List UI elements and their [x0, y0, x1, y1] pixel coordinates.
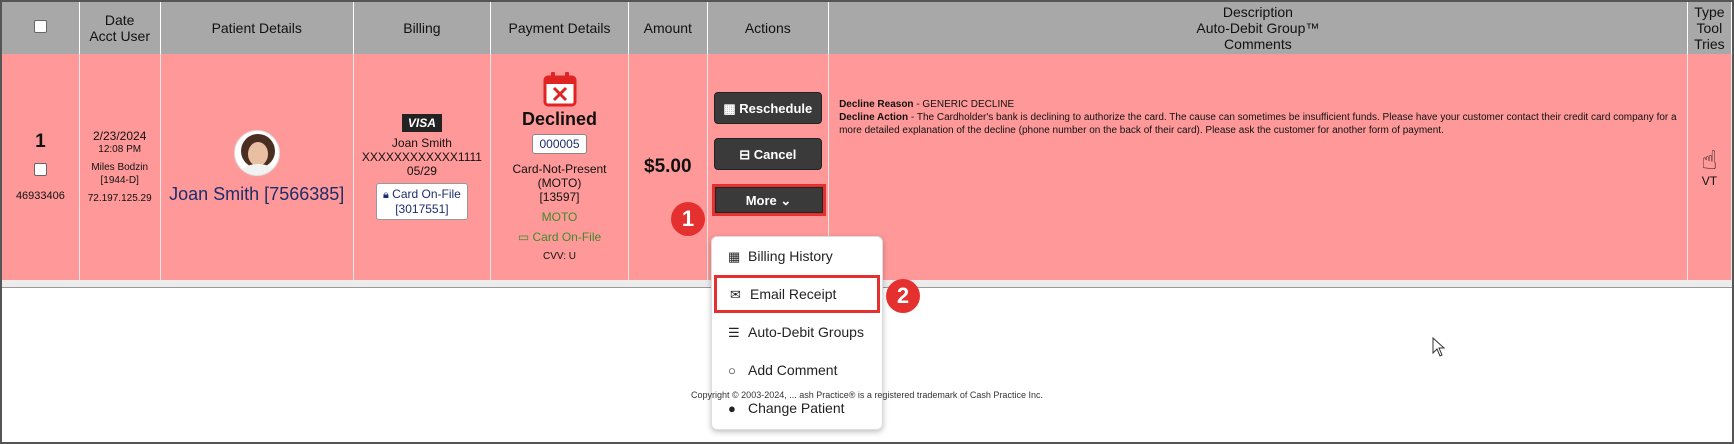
row-number: 1 [35, 131, 46, 152]
card-expiry: 05/29 [406, 164, 437, 178]
acct-user-code: [1944-D] [100, 175, 139, 186]
cell-payment: Declined 000005 Card-Not-Present (MOTO) … [490, 54, 630, 280]
cancel-button[interactable]: ⊟ Cancel [713, 138, 822, 170]
header-patient: Patient Details [160, 2, 354, 54]
patient-name-link[interactable]: Joan Smith [7566385] [165, 184, 349, 205]
copyright-footer: Copyright © 2003-2024, ... ash Practice®… [691, 390, 1043, 400]
avatar[interactable] [233, 129, 280, 176]
decline-code[interactable]: 000005 [532, 134, 587, 154]
cvv-result: CVV: U [543, 251, 576, 262]
step-marker-2: 2 [886, 279, 920, 313]
moto-label: MOTO [541, 210, 578, 224]
step-marker-1: 1 [671, 202, 705, 236]
card-number: XXXXXXXXXXXX1111 [361, 150, 482, 164]
card-on-file-button[interactable]: 🔒︎ Card On-File [3017551] [375, 183, 468, 220]
reschedule-button[interactable]: ▦ Reschedule [713, 92, 822, 124]
cell-select: 1 46933406 [2, 54, 80, 280]
more-dropdown-menu: ▦ Billing History ✉︎ Email Receipt ☰ Auto-D… [711, 236, 883, 430]
credit-card-icon: ▭ [517, 230, 530, 244]
lock-icon: 🔒︎ [382, 189, 389, 201]
header-billing: Billing [353, 2, 491, 54]
card-on-file-status: ▭ Card On-File [517, 230, 602, 244]
more-button[interactable]: More ⌄ [714, 187, 823, 213]
comment-icon: ○ [728, 363, 736, 378]
header-amount: Amount [628, 2, 708, 54]
decline-action: Decline Action - The Cardholder's bank i… [839, 112, 1677, 136]
table-header-row: Date Acct User Patient Details Billing Pa… [2, 2, 1733, 54]
pointing-hand-icon: ☝︎ [1701, 145, 1718, 175]
payment-mode: (MOTO) [537, 176, 582, 190]
calendar-icon: ▦ [728, 249, 741, 264]
chevron-down-icon: ⌄ [780, 193, 792, 208]
header-type: Type Tool Tries [1687, 2, 1733, 54]
menu-item-auto-debit-groups[interactable]: ☰ Auto-Debit Groups [712, 313, 882, 351]
transaction-date: 2/23/2024 [92, 129, 147, 143]
envelope-icon: ✉︎ [730, 287, 741, 302]
cell-billing: VISA Joan Smith XXXXXXXXXXXX1111 05/29 🔒… [353, 54, 491, 280]
amount-value: $5.00 [644, 156, 692, 177]
decline-reason: Decline Reason - GENERIC DECLINE [839, 99, 1015, 110]
group-icon: ☰ [728, 325, 740, 340]
cell-date: 2/23/2024 12:08 PM Miles Bodzin [1944-D]… [79, 54, 161, 280]
menu-item-billing-history[interactable]: ▦ Billing History [712, 237, 882, 275]
declined-calendar-icon [542, 71, 578, 107]
transaction-time: 12:08 PM [98, 144, 142, 155]
tool-type: VT [1701, 174, 1718, 188]
row-checkbox[interactable] [33, 163, 47, 176]
cell-description: Decline Reason - GENERIC DECLINE Decline… [828, 54, 1688, 280]
payment-status: Declined [521, 109, 598, 129]
mouse-cursor-icon [1432, 337, 1446, 357]
payment-type: Card-Not-Present [512, 162, 607, 176]
cell-amount: $5.00 [628, 54, 708, 280]
header-payment: Payment Details [490, 2, 630, 54]
cell-patient: Joan Smith [7566385] [160, 54, 354, 280]
header-actions: Actions [707, 2, 830, 54]
cell-type: ☝︎ VT [1687, 54, 1733, 280]
card-holder-name: Joan Smith [391, 136, 452, 150]
menu-item-email-receipt[interactable]: ✉︎ Email Receipt [714, 275, 880, 313]
header-date: Date Acct User [79, 2, 161, 54]
more-button-highlight: More ⌄ [711, 184, 826, 216]
ip-address: 72.197.125.29 [87, 193, 152, 204]
visa-card-icon: VISA [401, 114, 442, 132]
acct-user: Miles Bodzin [91, 162, 149, 173]
transaction-id: 46933406 [15, 190, 65, 202]
minus-square-icon: ⊟ [739, 147, 751, 162]
header-description: Description Auto-Debit Group™ Comments [828, 2, 1688, 54]
header-select-all [2, 2, 80, 54]
select-all-checkbox[interactable] [33, 20, 47, 33]
menu-item-add-comment[interactable]: ○ Add Comment [712, 351, 882, 389]
payment-ref: [13597] [539, 190, 580, 204]
calendar-icon: ▦ [723, 101, 736, 116]
